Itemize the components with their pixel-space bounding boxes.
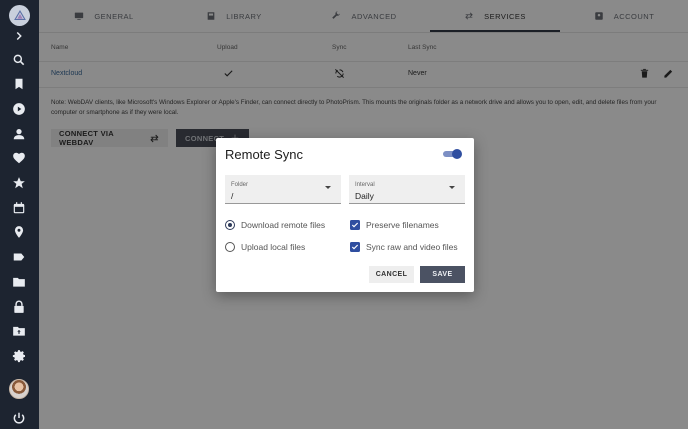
dialog-title: Remote Sync — [225, 147, 304, 162]
checkbox-checked-icon[interactable] — [350, 242, 360, 252]
radio-upload-label: Upload local files — [241, 242, 306, 252]
power-icon[interactable] — [9, 408, 29, 428]
photoprism-logo-icon[interactable] — [9, 5, 30, 26]
folder-value: / — [231, 191, 234, 201]
radio-unchecked-icon[interactable] — [225, 242, 235, 252]
remote-sync-dialog: Remote Sync Folder / Interval Daily Down… — [216, 138, 474, 292]
heart-icon[interactable] — [9, 148, 29, 168]
checkbox-sync-raw-video[interactable]: Sync raw and video files — [350, 241, 458, 253]
radio-download-remote[interactable]: Download remote files — [225, 219, 325, 231]
star-icon[interactable] — [9, 173, 29, 193]
radio-download-label: Download remote files — [241, 220, 326, 230]
sync-enabled-toggle[interactable] — [443, 149, 462, 159]
play-icon[interactable] — [9, 99, 29, 119]
user-avatar[interactable] — [9, 379, 29, 399]
chevron-right-icon[interactable] — [9, 26, 29, 46]
checkbox-preserve-label: Preserve filenames — [366, 220, 439, 230]
search-icon[interactable] — [9, 50, 29, 70]
folder-select[interactable]: Folder / — [225, 175, 341, 204]
checkbox-checked-icon[interactable] — [350, 220, 360, 230]
cancel-button[interactable]: CANCEL — [369, 266, 414, 283]
folder-icon[interactable] — [9, 272, 29, 292]
folder-upload-icon[interactable] — [9, 321, 29, 341]
save-button[interactable]: SAVE — [420, 266, 465, 283]
interval-label: Interval — [355, 182, 375, 188]
interval-select[interactable]: Interval Daily — [349, 175, 465, 204]
lock-icon[interactable] — [9, 297, 29, 317]
interval-value: Daily — [355, 191, 374, 201]
gear-icon[interactable] — [9, 346, 29, 366]
radio-upload-local[interactable]: Upload local files — [225, 241, 305, 253]
checkbox-sync-raw-label: Sync raw and video files — [366, 242, 458, 252]
checkbox-preserve-filenames[interactable]: Preserve filenames — [350, 219, 439, 231]
label-icon[interactable] — [9, 247, 29, 267]
folder-label: Folder — [231, 182, 249, 188]
bookmark-icon[interactable] — [9, 74, 29, 94]
calendar-icon[interactable] — [9, 198, 29, 218]
chevron-down-icon — [449, 186, 455, 189]
sidebar — [0, 0, 39, 429]
chevron-down-icon — [325, 186, 331, 189]
person-icon[interactable] — [9, 124, 29, 144]
radio-checked-icon[interactable] — [225, 220, 235, 230]
location-pin-icon[interactable] — [9, 222, 29, 242]
